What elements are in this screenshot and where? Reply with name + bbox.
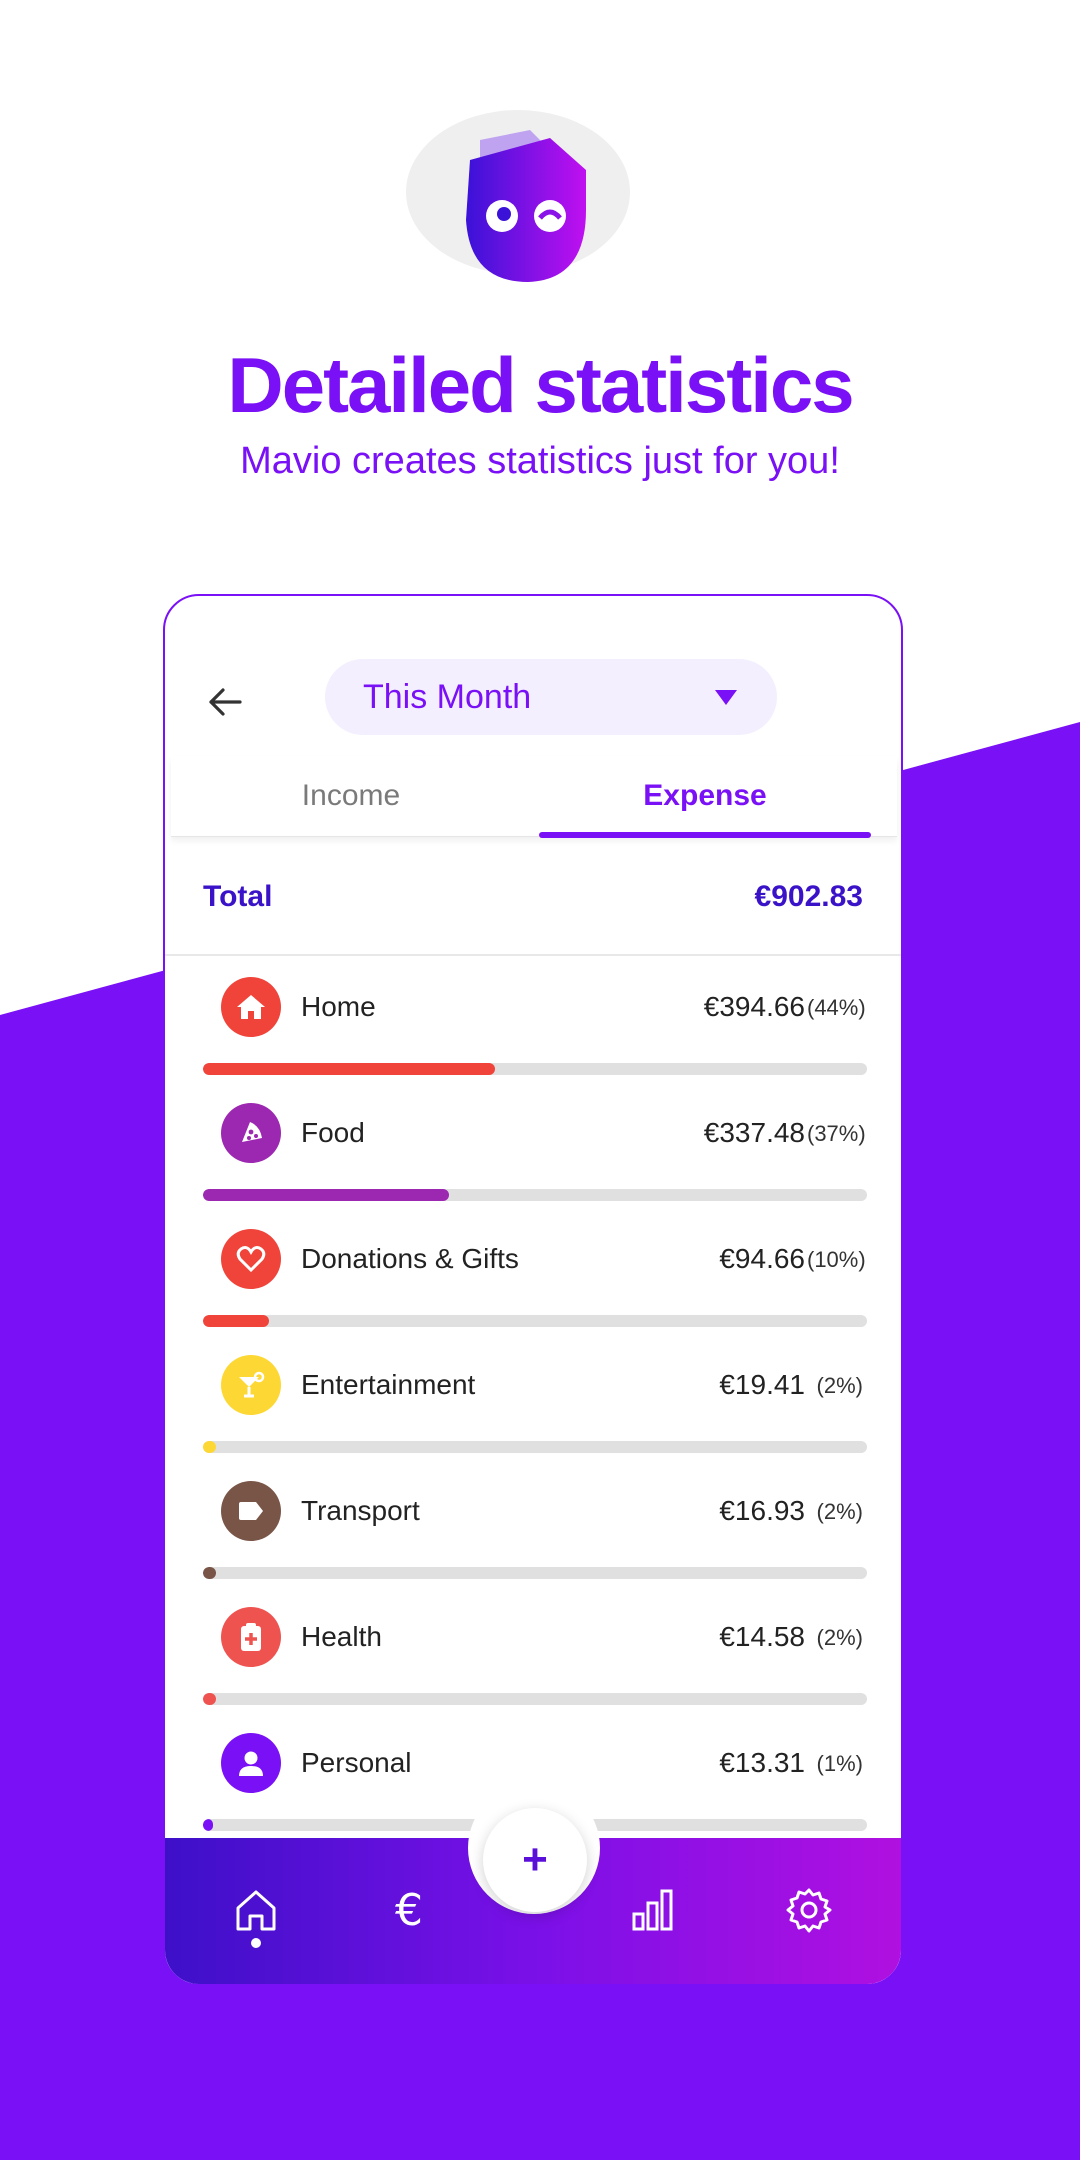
progress-track	[203, 1567, 867, 1579]
category-percent: (44%)	[807, 995, 866, 1020]
category-amount: €13.31	[719, 1747, 805, 1778]
clipboard-plus-icon	[221, 1607, 281, 1667]
active-tab-indicator	[539, 832, 871, 838]
category-percent: (10%)	[807, 1247, 866, 1272]
bar-chart-icon	[632, 1889, 673, 1931]
total-value: €902.83	[754, 880, 863, 913]
category-row-food[interactable]: Food €337.48 (37%)	[165, 1103, 901, 1229]
category-row-entertainment[interactable]: Entertainment €19.41 (2%)	[165, 1355, 901, 1481]
category-name: Entertainment	[301, 1369, 476, 1400]
nav-transactions[interactable]: €	[379, 1880, 439, 1940]
category-amount: €337.48	[703, 1117, 805, 1148]
progress-fill	[203, 1693, 217, 1705]
heart-icon	[221, 1229, 281, 1289]
category-amount: €19.41	[719, 1369, 805, 1400]
category-percent: (2%)	[816, 1373, 863, 1398]
category-amount: €394.66	[703, 991, 805, 1022]
category-amount: €94.66	[719, 1243, 805, 1274]
total-label: Total	[203, 880, 273, 913]
progress-fill	[203, 1063, 496, 1075]
home-icon	[236, 1890, 276, 1931]
back-button[interactable]	[195, 672, 255, 732]
gear-icon	[786, 1888, 832, 1933]
category-name: Health	[301, 1621, 382, 1652]
progress-track	[203, 1315, 867, 1327]
category-name: Transport	[301, 1495, 420, 1526]
period-dropdown[interactable]: This Month	[325, 659, 777, 735]
category-percent: (1%)	[816, 1751, 863, 1776]
top-bar: This Month Income Expense	[165, 596, 901, 846]
euro-icon: €	[395, 1884, 423, 1936]
category-amount: €16.93	[719, 1495, 805, 1526]
progress-fill	[203, 1567, 217, 1579]
category-amount: €14.58	[719, 1621, 805, 1652]
category-row-transport[interactable]: Transport €16.93 (2%)	[165, 1481, 901, 1607]
mavio-mascot-icon	[400, 110, 640, 300]
period-value: This Month	[363, 677, 532, 716]
tab-expense[interactable]: Expense	[539, 756, 871, 836]
active-nav-indicator	[251, 1938, 261, 1948]
total-row: Total €902.83	[165, 846, 901, 956]
tab-bar: Income Expense	[171, 756, 897, 838]
nav-home[interactable]	[226, 1880, 286, 1940]
caret-down-icon	[715, 690, 737, 705]
progress-track	[203, 1189, 867, 1201]
tag-icon	[221, 1481, 281, 1541]
category-row-health[interactable]: Health €14.58 (2%)	[165, 1607, 901, 1733]
person-icon	[221, 1733, 281, 1793]
category-row-donations-gifts[interactable]: Donations & Gifts €94.66 (10%)	[165, 1229, 901, 1355]
add-transaction-button[interactable]: +	[483, 1808, 587, 1912]
pizza-icon	[221, 1103, 281, 1163]
cocktail-icon	[221, 1355, 281, 1415]
category-percent: (2%)	[816, 1625, 863, 1650]
tab-income[interactable]: Income	[171, 756, 531, 836]
category-name: Home	[301, 991, 376, 1022]
category-row-home[interactable]: Home €394.66 (44%)	[165, 977, 901, 1103]
progress-track	[203, 1693, 867, 1705]
house-icon	[221, 977, 281, 1037]
statistics-card: This Month Income Expense Total €902.83 …	[163, 594, 903, 1986]
progress-fill	[203, 1189, 449, 1201]
arrow-left-icon	[209, 688, 242, 716]
category-name: Donations & Gifts	[301, 1243, 519, 1274]
nav-statistics[interactable]	[623, 1880, 683, 1940]
page-headline: Detailed statistics	[227, 341, 854, 429]
category-name: Food	[301, 1117, 365, 1148]
nav-settings[interactable]	[779, 1880, 839, 1940]
category-percent: (2%)	[816, 1499, 863, 1524]
progress-fill	[203, 1819, 213, 1831]
progress-track	[203, 1441, 867, 1453]
page-subtitle: Mavio creates statistics just for you!	[240, 440, 840, 482]
progress-fill	[203, 1315, 270, 1327]
category-percent: (37%)	[807, 1121, 866, 1146]
category-name: Personal	[301, 1747, 412, 1778]
progress-track	[203, 1063, 867, 1075]
progress-fill	[203, 1441, 217, 1453]
